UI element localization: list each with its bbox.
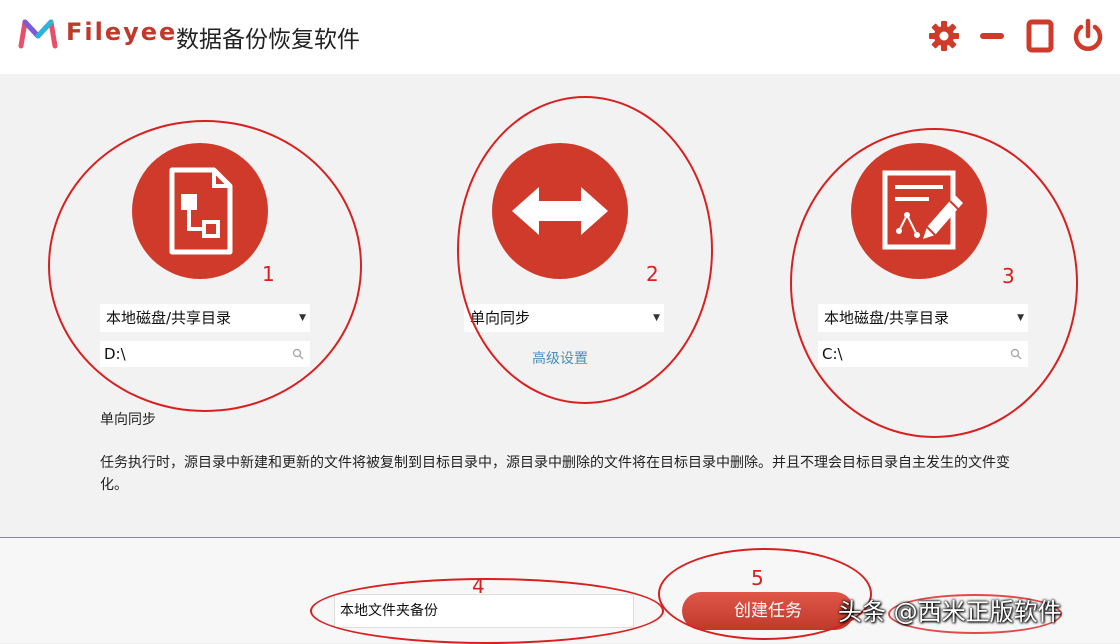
- annotation-ellipse-4: [310, 578, 664, 644]
- app-title: 数据备份恢复软件: [176, 27, 360, 53]
- annotation-number-3: 3: [1002, 264, 1015, 288]
- annotation-ellipse-3: [790, 128, 1078, 438]
- mode-title: 单向同步: [100, 412, 156, 428]
- annotation-number-4: 4: [472, 574, 485, 598]
- maximize-icon[interactable]: [1022, 18, 1058, 54]
- watermark: 头条 @西米正版软件: [838, 598, 1062, 626]
- annotation-number-1: 1: [262, 262, 275, 286]
- brand-name: Fileyee: [66, 18, 178, 46]
- minimize-icon[interactable]: [974, 18, 1010, 54]
- title-bar: Fileyee 数据备份恢复软件: [0, 0, 1120, 74]
- annotation-number-5: 5: [751, 566, 764, 590]
- power-icon[interactable]: [1070, 18, 1106, 54]
- annotation-ellipse-2: [457, 96, 713, 404]
- annotation-ellipse-1: [48, 120, 362, 412]
- mode-description: 任务执行时，源目录中新建和更新的文件将被复制到目标目录中，源目录中删除的文件将在…: [100, 455, 1010, 493]
- gear-icon[interactable]: [926, 18, 962, 54]
- fileyee-logo-icon: [18, 18, 58, 50]
- annotation-number-2: 2: [646, 262, 659, 286]
